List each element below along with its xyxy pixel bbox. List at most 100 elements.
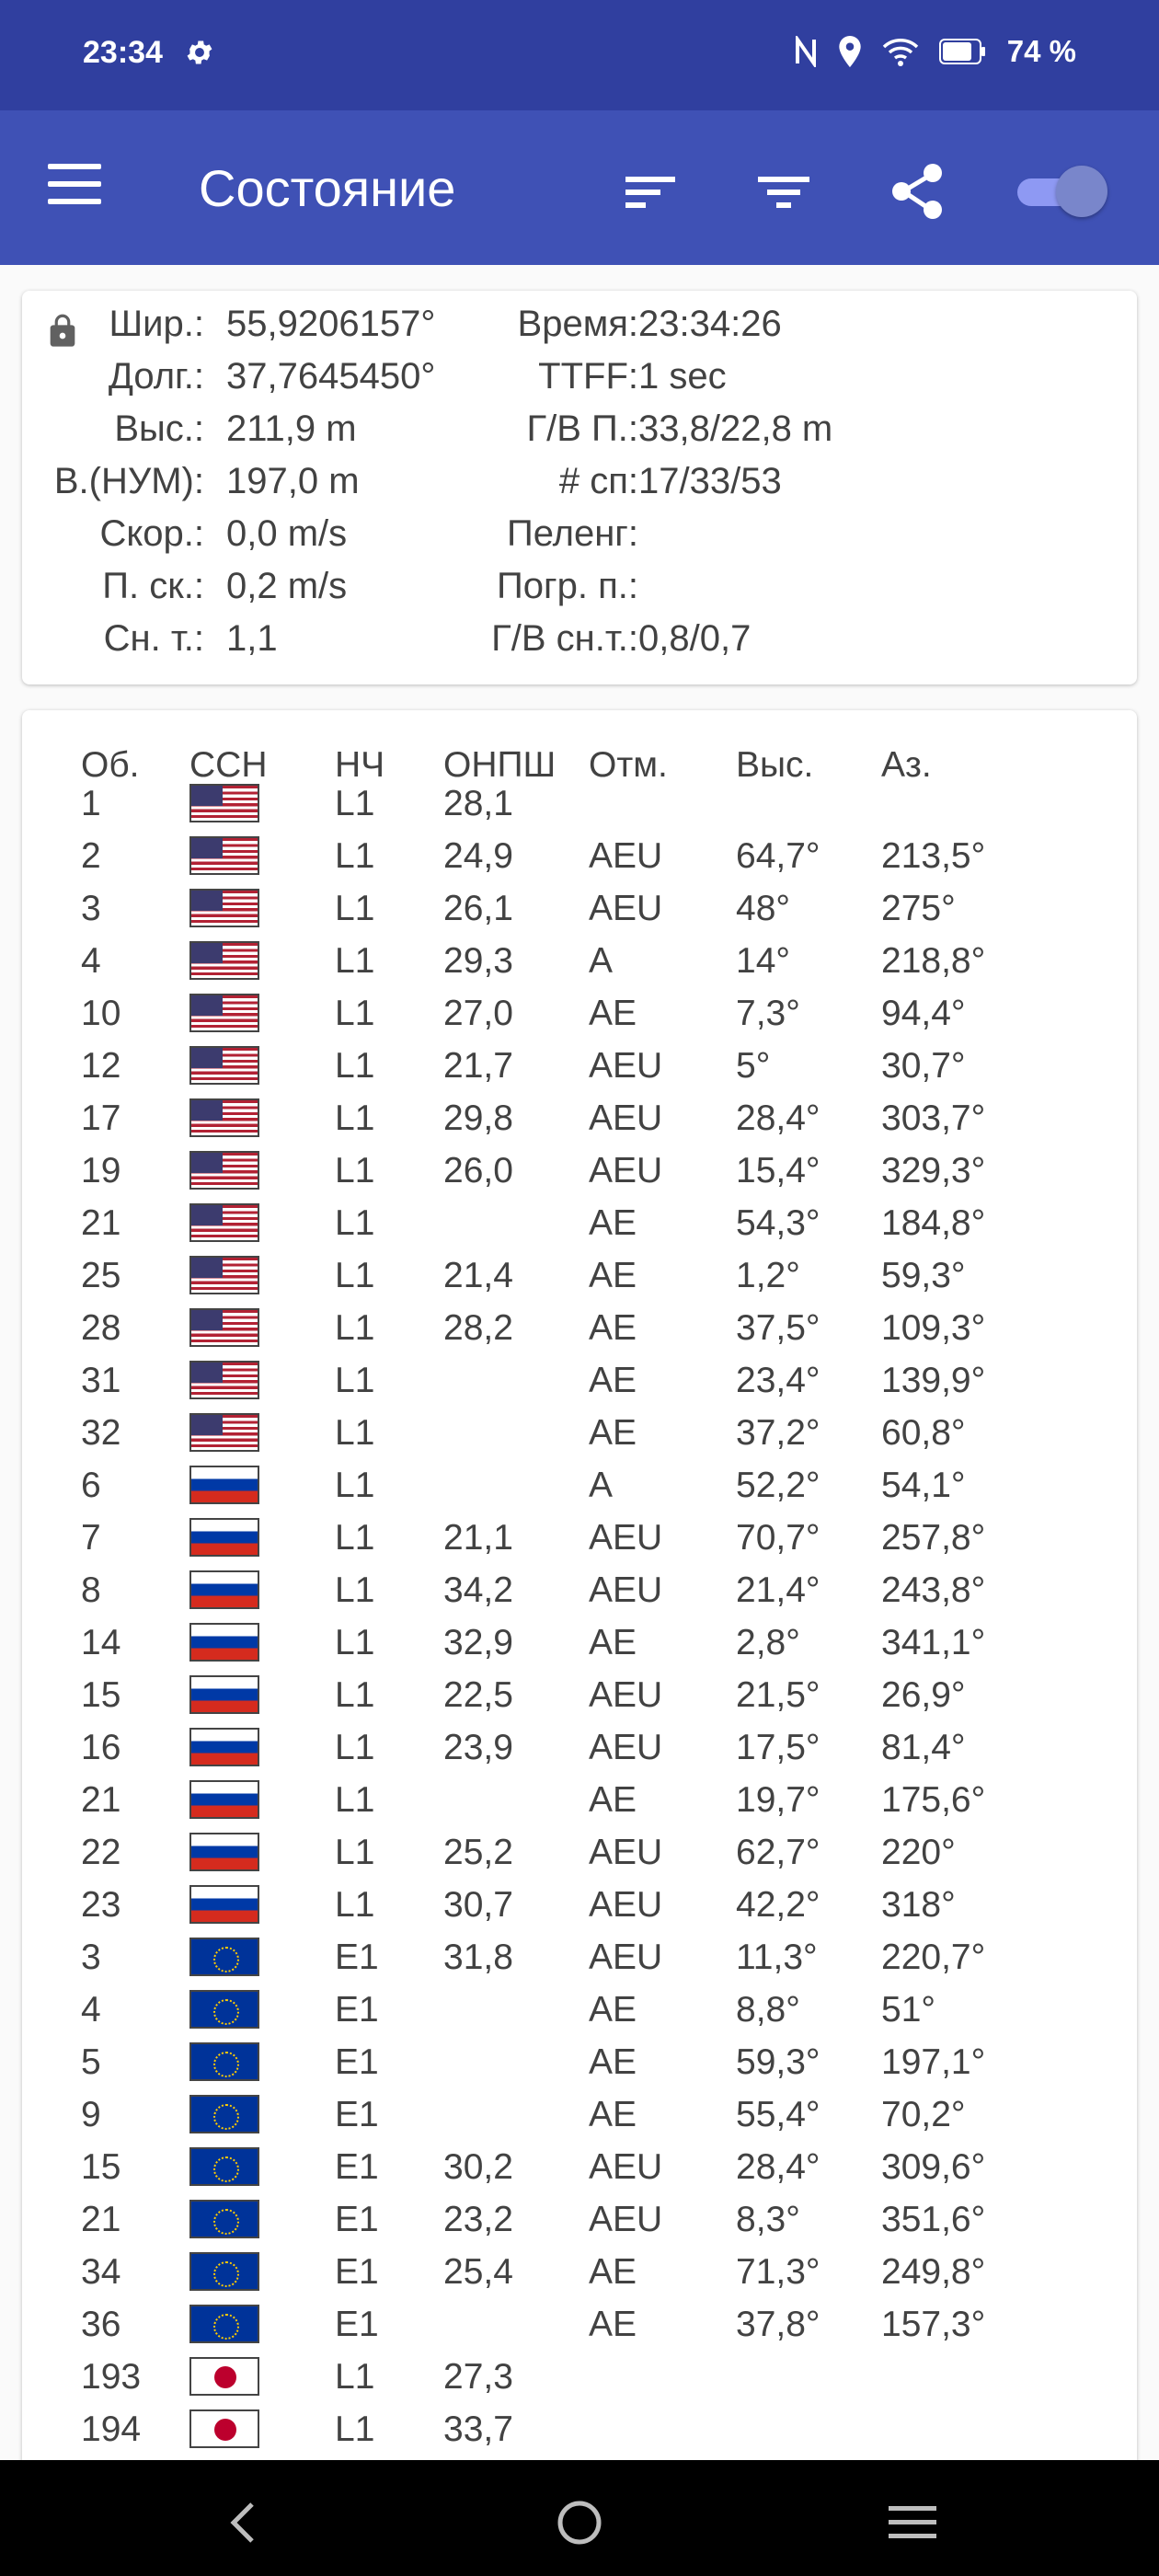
- share-icon[interactable]: [883, 158, 949, 224]
- sat-elevation: 37,5°: [736, 1308, 820, 1348]
- sat-cn0: 24,9: [443, 836, 513, 876]
- flag-icon: [189, 2200, 259, 2238]
- sat-flags: AE: [589, 1780, 637, 1820]
- sat-cn0: 33,7: [443, 2409, 513, 2449]
- sat-elevation: 52,2°: [736, 1466, 820, 1505]
- app-toolbar: Состояние: [0, 110, 1159, 265]
- table-row: 9 E1 AE 55,4° 70,2°: [0, 2087, 1159, 2140]
- sat-flags: AEU: [589, 1151, 663, 1190]
- flag-icon: [189, 1675, 259, 1714]
- battery-level: 74 %: [1006, 34, 1076, 68]
- sat-band: L1: [335, 1518, 375, 1558]
- table-row: 3 L1 26,1 AEU 48° 275°: [0, 881, 1159, 934]
- table-row: 12 L1 21,7 AEU 5° 30,7°: [0, 1039, 1159, 1091]
- sat-cn0: 30,7: [443, 1885, 513, 1925]
- sat-flags: AEU: [589, 1728, 663, 1767]
- menu-icon[interactable]: [48, 164, 103, 210]
- sat-azimuth: 220,7°: [881, 1938, 986, 1977]
- sat-band: L1: [335, 994, 375, 1033]
- back-icon[interactable]: [226, 2501, 258, 2545]
- sat-id: 15: [81, 1675, 121, 1715]
- table-row: 14 L1 32,9 AE 2,8° 341,1°: [0, 1616, 1159, 1668]
- sort-icon[interactable]: [618, 158, 684, 224]
- sat-cn0: 31,8: [443, 1938, 513, 1977]
- info-value: 1,1: [226, 618, 278, 659]
- info-row: В.(НУМ): 197,0 m # сп: 17/33/53: [22, 461, 1137, 513]
- sat-cn0: 21,7: [443, 1046, 513, 1086]
- sat-cn0: 22,5: [443, 1675, 513, 1715]
- info-value: 0,8/0,7: [638, 618, 752, 659]
- sat-id: 1: [81, 784, 101, 823]
- sat-azimuth: 318°: [881, 1885, 956, 1925]
- sat-id: 22: [81, 1833, 121, 1872]
- sat-id: 19: [81, 1151, 121, 1190]
- sat-azimuth: 218,8°: [881, 941, 986, 981]
- info-row: Долг.: 37,7645450° TTFF: 1 sec: [22, 356, 1137, 408]
- home-icon[interactable]: [556, 2499, 603, 2547]
- system-nav-bar: [0, 2460, 1159, 2576]
- sat-cn0: 26,1: [443, 889, 513, 928]
- sat-id: 12: [81, 1046, 121, 1086]
- recents-icon[interactable]: [887, 2502, 938, 2543]
- sat-id: 21: [81, 1780, 121, 1820]
- sat-band: L1: [335, 784, 375, 823]
- sat-elevation: 7,3°: [736, 994, 800, 1033]
- sat-flags: AE: [589, 1413, 637, 1453]
- sat-azimuth: 54,1°: [881, 1466, 966, 1505]
- sat-flags: AEU: [589, 889, 663, 928]
- flag-icon: [189, 836, 259, 875]
- sat-cn0: 28,1: [443, 784, 513, 823]
- sat-flags: AE: [589, 2305, 637, 2344]
- sat-cn0: 29,8: [443, 1098, 513, 1138]
- table-row: 36 E1 AE 37,8° 157,3°: [0, 2297, 1159, 2350]
- filter-icon[interactable]: [751, 158, 817, 224]
- sat-flags: AEU: [589, 2200, 663, 2239]
- sat-azimuth: 275°: [881, 889, 956, 928]
- info-value: 17/33/53: [638, 461, 782, 501]
- sat-id: 31: [81, 1361, 121, 1400]
- flag-icon: [189, 2305, 259, 2343]
- sat-id: 15: [81, 2147, 121, 2187]
- info-label: Погр. п.:: [497, 566, 638, 606]
- table-row: 194 L1 33,7: [0, 2402, 1159, 2455]
- sat-azimuth: 184,8°: [881, 1203, 986, 1243]
- status-bar: 23:34 74 %: [0, 0, 1159, 110]
- sat-cn0: 23,9: [443, 1728, 513, 1767]
- info-value: 211,9 m: [226, 408, 357, 449]
- info-label: Г/В П.:: [526, 408, 638, 449]
- flag-icon: [189, 1256, 259, 1294]
- table-row: 7 L1 21,1 AEU 70,7° 257,8°: [0, 1511, 1159, 1563]
- flag-icon: [189, 1990, 259, 2029]
- table-row: 28 L1 28,2 AE 37,5° 109,3°: [0, 1301, 1159, 1353]
- sat-id: 7: [81, 1518, 101, 1558]
- sat-band: L1: [335, 1046, 375, 1086]
- nfc-icon: [795, 36, 816, 67]
- sat-elevation: 21,4°: [736, 1570, 820, 1610]
- sat-id: 25: [81, 1256, 121, 1295]
- table-row: 15 L1 22,5 AEU 21,5° 26,9°: [0, 1668, 1159, 1720]
- sat-band: E1: [335, 2252, 379, 2292]
- info-label: Скор.:: [99, 513, 204, 554]
- info-label: Шир.:: [109, 304, 204, 344]
- sat-elevation: 5°: [736, 1046, 771, 1086]
- flag-icon: [189, 941, 259, 980]
- toggle-switch[interactable]: [1017, 166, 1107, 217]
- sat-elevation: 8,8°: [736, 1990, 800, 2030]
- sat-elevation: 37,8°: [736, 2305, 820, 2344]
- sat-band: L1: [335, 1728, 375, 1767]
- sat-azimuth: 329,3°: [881, 1151, 986, 1190]
- sat-id: 9: [81, 2095, 101, 2134]
- flag-icon: [189, 2409, 259, 2448]
- table-row: 22 L1 25,2 AEU 62,7° 220°: [0, 1825, 1159, 1878]
- sat-flags: AEU: [589, 1938, 663, 1977]
- flag-icon: [189, 784, 259, 822]
- table-row: 15 E1 30,2 AEU 28,4° 309,6°: [0, 2140, 1159, 2192]
- sat-elevation: 8,3°: [736, 2200, 800, 2239]
- sat-elevation: 37,2°: [736, 1413, 820, 1453]
- sat-azimuth: 303,7°: [881, 1098, 986, 1138]
- info-value: 55,9206157°: [226, 304, 436, 344]
- sat-id: 6: [81, 1466, 101, 1505]
- sat-id: 3: [81, 889, 101, 928]
- sat-band: L1: [335, 1466, 375, 1505]
- sat-azimuth: 81,4°: [881, 1728, 966, 1767]
